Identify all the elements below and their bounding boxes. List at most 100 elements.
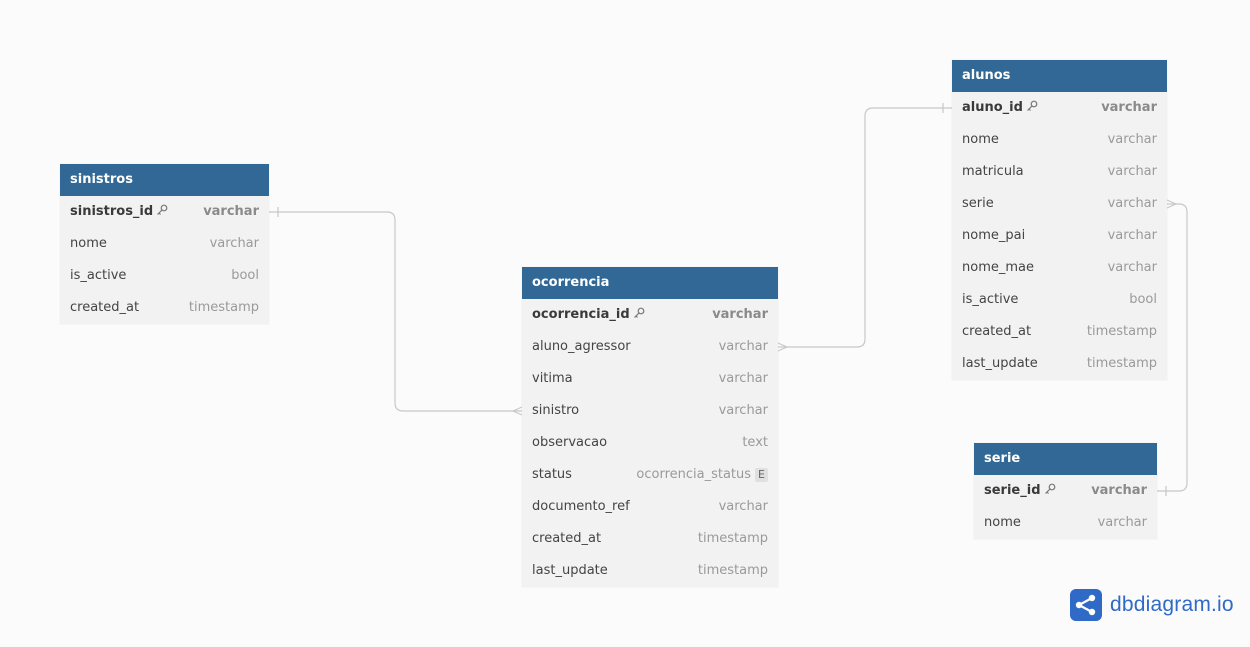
primary-key-icon [1044, 476, 1056, 494]
column-name-text: is_active [962, 292, 1019, 307]
column-name: nome [984, 507, 1021, 539]
column-row-nome-pai[interactable]: nome_pai varchar [952, 220, 1167, 252]
column-row-created-at[interactable]: created_at timestamp [952, 316, 1167, 348]
diagram-canvas[interactable]: sinistros sinistros_id varchar nome varchar i… [0, 0, 1250, 647]
column-row-is-active[interactable]: is_active bool [952, 284, 1167, 316]
column-row-nome-mae[interactable]: nome_mae varchar [952, 252, 1167, 284]
column-name: is_active [962, 284, 1018, 316]
column-type-text: varchar [718, 403, 768, 418]
column-name-text: status [532, 467, 572, 482]
column-row-nome[interactable]: nome varchar [952, 124, 1167, 156]
column-name: matricula [962, 156, 1024, 188]
column-type: varchar [719, 331, 768, 363]
table-ocorrencia[interactable]: ocorrencia ocorrencia_id varchar aluno_agre… [522, 267, 778, 587]
column-name-text: is_active [70, 268, 127, 283]
column-name: vitima [532, 363, 573, 395]
column-type-text: varchar [1107, 132, 1157, 147]
column-row-documento-ref[interactable]: documento_ref varchar [522, 491, 778, 523]
table-sinistros[interactable]: sinistros sinistros_id varchar nome varchar i… [60, 164, 269, 324]
brand-watermark[interactable]: dbdiagram.io [1070, 589, 1234, 621]
column-type: timestamp [698, 555, 768, 587]
column-type: varchar [210, 228, 259, 260]
column-row-ocorrencia-id[interactable]: ocorrencia_id varchar [522, 299, 778, 331]
table-serie[interactable]: serie serie_id varchar nome varchar [974, 443, 1157, 539]
column-type-text: varchar [1107, 164, 1157, 179]
column-name-text: aluno_id [962, 100, 1023, 115]
column-name-text: nome_pai [962, 228, 1026, 243]
column-name: serie [962, 188, 994, 220]
column-type: varchar [1098, 507, 1147, 539]
column-type-text: bool [1129, 292, 1157, 307]
column-name: last_update [962, 348, 1038, 380]
column-row-vitima[interactable]: vitima varchar [522, 363, 778, 395]
column-row-last-update[interactable]: last_update timestamp [952, 348, 1167, 380]
column-type-text: varchar [712, 307, 768, 322]
column-type-text: timestamp [1086, 324, 1157, 339]
column-row-serie[interactable]: serie varchar [952, 188, 1167, 220]
column-row-is-active[interactable]: is_active bool [60, 260, 269, 292]
enum-badge[interactable]: E [755, 468, 768, 482]
primary-key-icon [633, 300, 645, 318]
column-row-nome[interactable]: nome varchar [974, 507, 1157, 539]
column-type-text: varchar [1097, 515, 1147, 530]
column-type-text: timestamp [697, 563, 768, 578]
column-name-text: nome_mae [962, 260, 1034, 275]
column-type-text: varchar [718, 371, 768, 386]
column-name-text: documento_ref [532, 499, 630, 514]
column-type-text: varchar [209, 236, 259, 251]
column-row-matricula[interactable]: matricula varchar [952, 156, 1167, 188]
column-row-observacao[interactable]: observacao text [522, 427, 778, 459]
column-name: aluno_id [962, 92, 1038, 124]
column-type-text: ocorrencia_status [636, 467, 752, 482]
column-row-serie-id[interactable]: serie_id varchar [974, 475, 1157, 507]
column-type: ocorrencia_status E [636, 459, 768, 491]
column-name: is_active [70, 260, 126, 292]
column-type-text: timestamp [1086, 356, 1157, 371]
table-alunos[interactable]: alunos aluno_id varchar nome varchar matricul… [952, 60, 1167, 380]
column-type-text: bool [231, 268, 259, 283]
column-type: timestamp [189, 292, 259, 324]
column-type: bool [231, 260, 259, 292]
column-name: documento_ref [532, 491, 630, 523]
column-name-text: serie [962, 196, 994, 211]
column-row-aluno-agressor[interactable]: aluno_agressor varchar [522, 331, 778, 363]
relation-connector-sinistros-ocorrencia[interactable] [269, 207, 523, 416]
column-row-sinistros-id[interactable]: sinistros_id varchar [60, 196, 269, 228]
column-type: text [742, 427, 768, 459]
column-type-text: timestamp [188, 300, 259, 315]
column-name-text: sinistros_id [70, 204, 154, 219]
column-type: varchar [1108, 220, 1157, 252]
column-type-text: timestamp [697, 531, 768, 546]
table-header[interactable]: sinistros [60, 164, 269, 196]
table-header[interactable]: ocorrencia [522, 267, 778, 299]
column-row-status[interactable]: status ocorrencia_status E [522, 459, 778, 491]
column-name-text: created_at [70, 300, 140, 315]
column-name: last_update [532, 555, 608, 587]
column-name-text: created_at [962, 324, 1032, 339]
many-cardinality-marker [1166, 199, 1177, 209]
column-row-aluno-id[interactable]: aluno_id varchar [952, 92, 1167, 124]
column-row-created-at[interactable]: created_at timestamp [60, 292, 269, 324]
column-name: nome [70, 228, 107, 260]
column-type-text: varchar [1107, 260, 1157, 275]
column-type: varchar [1101, 92, 1157, 124]
column-row-nome[interactable]: nome varchar [60, 228, 269, 260]
column-name-text: sinistro [532, 403, 580, 418]
column-type-text: varchar [1101, 100, 1157, 115]
table-header[interactable]: serie [974, 443, 1157, 475]
column-name: created_at [532, 523, 601, 555]
table-header[interactable]: alunos [952, 60, 1167, 92]
column-name: sinistros_id [70, 196, 168, 228]
column-row-created-at[interactable]: created_at timestamp [522, 523, 778, 555]
column-name: ocorrencia_id [532, 299, 645, 331]
column-type: timestamp [1087, 316, 1157, 348]
column-type: varchar [719, 363, 768, 395]
column-name-text: vitima [532, 371, 573, 386]
column-name-text: nome [70, 236, 107, 251]
column-row-sinistro[interactable]: sinistro varchar [522, 395, 778, 427]
brand-name: dbdiagram.io [1110, 593, 1234, 616]
column-name-text: created_at [532, 531, 602, 546]
column-row-last-update[interactable]: last_update timestamp [522, 555, 778, 587]
relation-connector-alunos-ocorrencia[interactable] [777, 103, 952, 352]
column-type-text: varchar [718, 499, 768, 514]
